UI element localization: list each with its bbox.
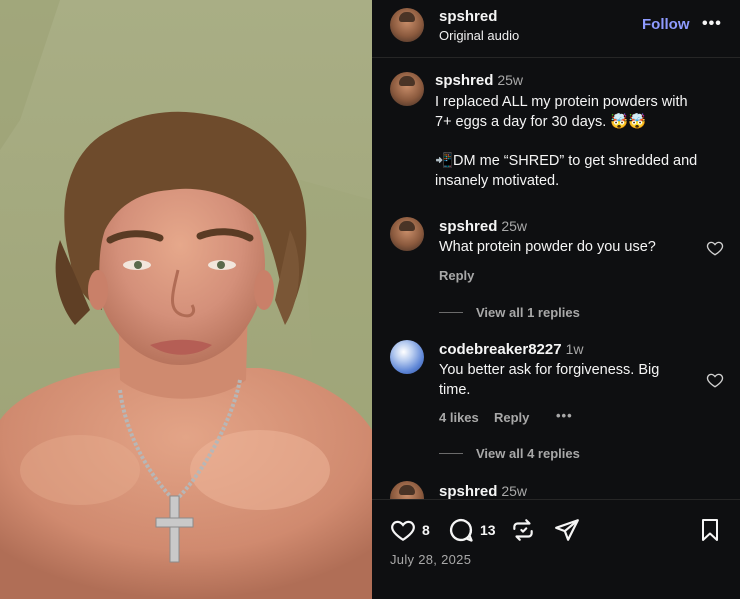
comment-text: You better ask for forgiveness. Big: [439, 362, 660, 378]
replies-divider: [439, 453, 463, 454]
comment-icon[interactable]: [447, 516, 475, 544]
author-username[interactable]: spshred: [439, 8, 497, 25]
comment-author[interactable]: codebreaker8227: [439, 341, 562, 358]
view-replies-button[interactable]: View all 1 replies: [476, 305, 580, 320]
avatar[interactable]: [390, 72, 424, 106]
comment-text: What protein powder do you use?: [439, 239, 656, 255]
likes-count[interactable]: 4 likes: [439, 410, 479, 425]
repost-icon[interactable]: [510, 517, 536, 543]
comment-username[interactable]: spshred 25w: [439, 218, 527, 235]
follow-button[interactable]: Follow: [642, 16, 690, 33]
video-player[interactable]: [0, 0, 372, 599]
comment-text: time.: [439, 382, 471, 398]
caption-line: 7+ eggs a day for 30 days. 🤯🤯: [435, 114, 647, 130]
reply-button[interactable]: Reply: [439, 268, 474, 283]
comment-time: 25w: [501, 218, 528, 234]
like-comment-icon[interactable]: [706, 239, 724, 257]
comments-list[interactable]: spshred 25w I replaced ALL my protein pow…: [372, 59, 740, 499]
comment-time: 1w: [565, 341, 584, 357]
caption-username[interactable]: spshred 25w: [435, 72, 523, 89]
avatar[interactable]: [390, 217, 424, 251]
reply-button[interactable]: Reply: [494, 410, 529, 425]
caption-time: 25w: [497, 72, 524, 88]
audio-label[interactable]: Original audio: [439, 28, 519, 43]
comment-username[interactable]: spshred 25w: [439, 483, 527, 499]
replies-divider: [439, 312, 463, 313]
comment-author[interactable]: spshred: [439, 483, 497, 499]
avatar[interactable]: [390, 8, 424, 42]
avatar[interactable]: [390, 481, 424, 499]
comment-time: 25w: [501, 483, 528, 499]
post-date: July 28, 2025: [390, 552, 472, 567]
like-count[interactable]: 8: [422, 522, 430, 538]
caption-author[interactable]: spshred: [435, 72, 493, 89]
video-frame: [0, 0, 372, 599]
share-icon[interactable]: [554, 517, 580, 543]
heart-icon[interactable]: [390, 517, 416, 543]
avatar[interactable]: [390, 340, 424, 374]
caption-line: insanely motivated.: [435, 173, 560, 189]
more-options-icon[interactable]: •••: [702, 15, 722, 33]
caption-line: 📲DM me “SHRED” to get shredded and: [435, 153, 698, 169]
comment-count[interactable]: 13: [480, 522, 496, 538]
save-icon[interactable]: [698, 517, 722, 543]
caption-line: I replaced ALL my protein powders with: [435, 94, 688, 110]
comment-more-icon[interactable]: •••: [556, 408, 573, 423]
like-comment-icon[interactable]: [706, 371, 724, 389]
comment-author[interactable]: spshred: [439, 218, 497, 235]
post-actions: 8 13 July 28, 2025: [372, 499, 740, 599]
comment-username[interactable]: codebreaker8227 1w: [439, 341, 584, 358]
post-header: spshred Original audio Follow •••: [372, 0, 740, 58]
view-replies-button[interactable]: View all 4 replies: [476, 446, 580, 461]
post-panel: spshred Original audio Follow ••• spshre…: [372, 0, 740, 599]
